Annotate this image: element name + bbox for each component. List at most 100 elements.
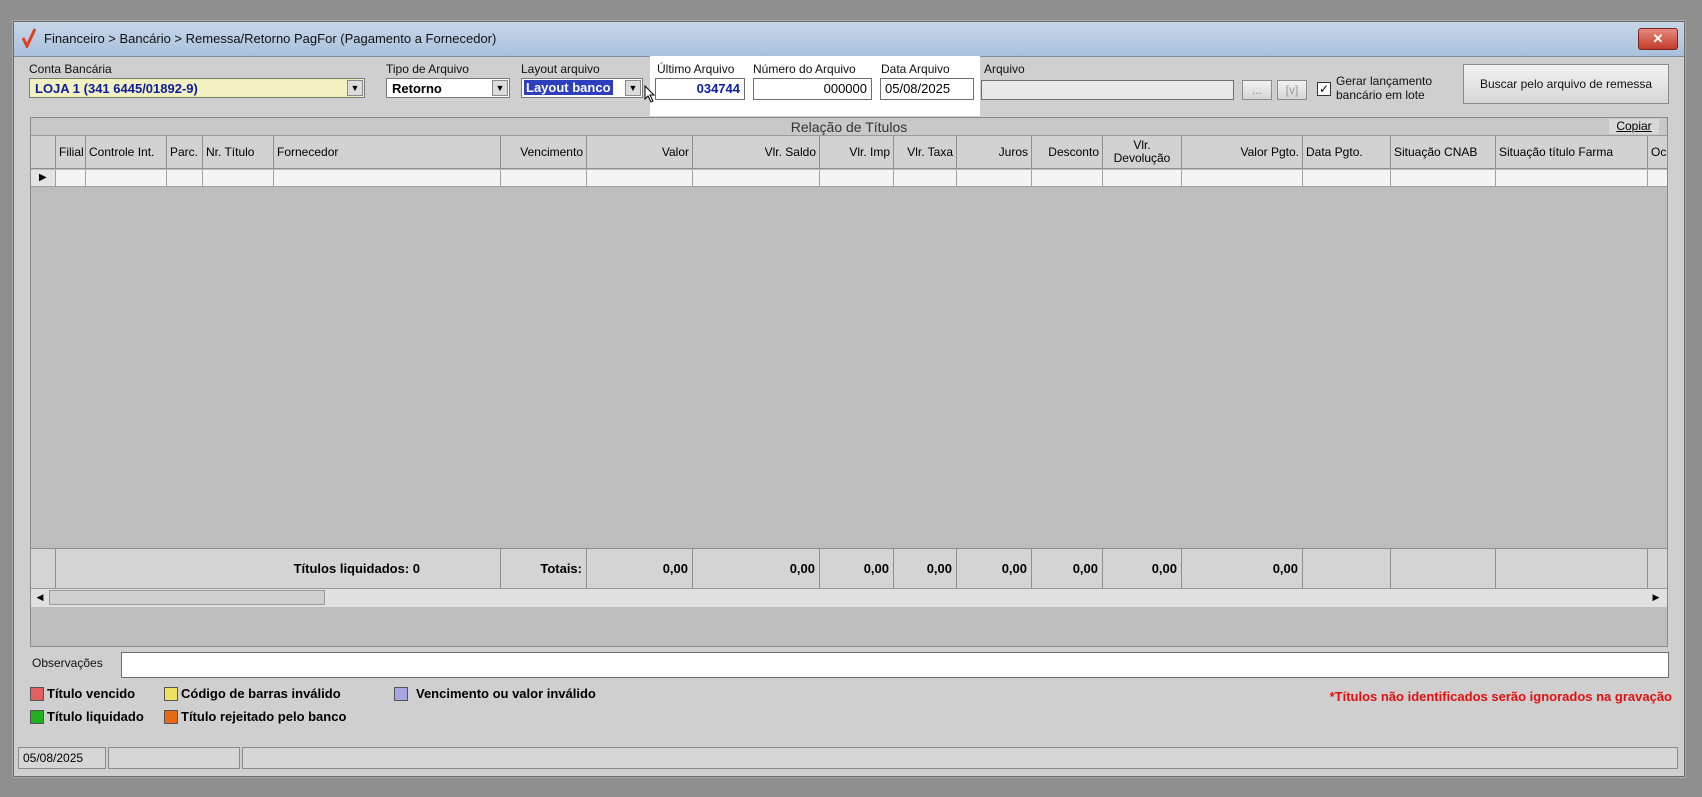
conta-bancaria-value: LOJA 1 (341 6445/01892-9) — [35, 81, 198, 96]
chevron-down-icon[interactable]: ▼ — [492, 80, 508, 96]
table-cell[interactable] — [1391, 170, 1496, 187]
col-vlr-taxa[interactable]: Vlr. Taxa — [894, 136, 957, 169]
conta-bancaria-select[interactable]: LOJA 1 (341 6445/01892-9) ▼ — [29, 78, 365, 98]
row-pointer-icon: ▶ — [39, 172, 47, 183]
status-date: 05/08/2025 — [18, 747, 106, 769]
gerar-lote-checkbox[interactable]: ✓ — [1317, 82, 1331, 96]
col-vlr-devolucao[interactable]: Vlr. Devolução — [1103, 136, 1182, 169]
title-bar: Financeiro > Bancário > Remessa/Retorno … — [14, 22, 1684, 57]
status-bar: 05/08/2025 — [18, 747, 1678, 770]
legend-vencimento-valor-label: Vencimento ou valor inválido — [416, 686, 596, 701]
app-check-icon — [22, 28, 36, 48]
col-controle-int[interactable]: Controle Int. — [86, 136, 167, 169]
titulos-grid: Relação de Títulos Copiar Filial Control… — [30, 117, 1668, 647]
col-vlr-saldo[interactable]: Vlr. Saldo — [693, 136, 820, 169]
col-filial[interactable]: Filial — [56, 136, 86, 169]
footer-cell — [1496, 548, 1648, 588]
arquivo-field[interactable] — [981, 80, 1234, 100]
total-vlr-saldo: 0,00 — [693, 548, 820, 588]
copy-button[interactable]: Copiar — [1609, 119, 1659, 134]
table-cell[interactable] — [501, 170, 587, 187]
view-file-button[interactable]: [v] — [1277, 80, 1307, 100]
scroll-left-icon[interactable]: ◀ — [32, 590, 48, 605]
gerar-lote-label-1: Gerar lançamento — [1336, 74, 1433, 88]
col-vlr-imp[interactable]: Vlr. Imp — [820, 136, 894, 169]
table-cell[interactable] — [894, 170, 957, 187]
table-cell[interactable] — [1103, 170, 1182, 187]
numero-arquivo-field[interactable]: 000000 — [753, 78, 872, 100]
table-cell[interactable] — [693, 170, 820, 187]
scrollbar-thumb[interactable] — [49, 590, 325, 605]
footer-cell — [1391, 548, 1496, 588]
total-vlr-taxa: 0,00 — [894, 548, 957, 588]
gerar-lote-label-2: bancário em lote — [1336, 88, 1425, 102]
ultimo-arquivo-label: Último Arquivo — [657, 62, 735, 76]
footer-indicator — [31, 548, 56, 588]
table-cell[interactable] — [957, 170, 1032, 187]
total-juros: 0,00 — [957, 548, 1032, 588]
legend-vencido: Título vencido — [30, 686, 135, 701]
purple-swatch — [394, 686, 408, 701]
table-cell[interactable] — [167, 170, 203, 187]
numero-arquivo-label: Número do Arquivo — [753, 62, 856, 76]
close-button[interactable]: ✕ — [1638, 28, 1678, 50]
row-indicator-header — [31, 136, 56, 169]
table-cell[interactable] — [203, 170, 274, 187]
table-cell[interactable] — [587, 170, 693, 187]
table-cell[interactable] — [86, 170, 167, 187]
data-arquivo-label: Data Arquivo — [881, 62, 950, 76]
mouse-cursor-icon — [644, 85, 656, 103]
ultimo-arquivo-field[interactable]: 034744 — [655, 78, 745, 100]
table-cell[interactable] — [1496, 170, 1648, 187]
tipo-arquivo-select[interactable]: Retorno ▼ — [386, 78, 510, 98]
table-cell[interactable] — [1303, 170, 1391, 187]
legend-liquidado: Título liquidado — [30, 709, 144, 724]
chevron-down-icon[interactable]: ▼ — [625, 80, 641, 96]
footer-cell — [1648, 548, 1667, 588]
total-vlr-imp: 0,00 — [820, 548, 894, 588]
col-data-pgto[interactable]: Data Pgto. — [1303, 136, 1391, 169]
layout-arquivo-select[interactable]: Layout banco ▼ — [521, 78, 643, 98]
col-valor-pgto[interactable]: Valor Pgto. — [1182, 136, 1303, 169]
col-nr-titulo[interactable]: Nr. Título — [203, 136, 274, 169]
observacoes-field[interactable] — [121, 652, 1669, 678]
browse-button[interactable]: ... — [1242, 80, 1272, 100]
col-vencimento[interactable]: Vencimento — [501, 136, 587, 169]
layout-arquivo-label: Layout arquivo — [521, 62, 600, 76]
chevron-down-icon[interactable]: ▼ — [347, 80, 363, 96]
table-cell[interactable] — [1182, 170, 1303, 187]
totais-label: Totais: — [501, 548, 587, 588]
green-swatch — [30, 709, 44, 724]
col-valor[interactable]: Valor — [587, 136, 693, 169]
col-oc[interactable]: Oc — [1648, 136, 1667, 169]
col-situacao-titulo-farma[interactable]: Situação título Farma — [1496, 136, 1648, 169]
footer-cell — [1303, 548, 1391, 588]
buscar-remessa-button[interactable]: Buscar pelo arquivo de remessa — [1463, 64, 1669, 104]
col-desconto[interactable]: Desconto — [1032, 136, 1103, 169]
window-title: Financeiro > Bancário > Remessa/Retorno … — [44, 31, 497, 46]
ignored-titles-warning: *Títulos não identificados serão ignorad… — [1329, 689, 1672, 704]
col-juros[interactable]: Juros — [957, 136, 1032, 169]
total-vlr-devolucao: 0,00 — [1103, 548, 1182, 588]
main-window: Financeiro > Bancário > Remessa/Retorno … — [13, 21, 1685, 777]
status-panel-3 — [242, 747, 1678, 769]
table-cell[interactable] — [820, 170, 894, 187]
total-valor: 0,00 — [587, 548, 693, 588]
table-cell[interactable] — [274, 170, 501, 187]
col-situacao-cnab[interactable]: Situação CNAB — [1391, 136, 1496, 169]
legend-liquidado-label: Título liquidado — [47, 709, 144, 724]
table-cell[interactable] — [56, 170, 86, 187]
legend-codigo-barras: Código de barras inválido — [164, 686, 341, 701]
table-cell[interactable] — [1032, 170, 1103, 187]
col-parc[interactable]: Parc. — [167, 136, 203, 169]
red-swatch — [30, 686, 44, 701]
horizontal-scrollbar[interactable]: ◀ ▶ — [31, 588, 1667, 607]
col-fornecedor[interactable]: Fornecedor — [274, 136, 501, 169]
row-indicator[interactable]: ▶ — [31, 170, 56, 187]
legend-rejeitado-label: Título rejeitado pelo banco — [181, 709, 347, 724]
table-cell[interactable] — [1648, 170, 1667, 187]
legend-rejeitado: Título rejeitado pelo banco — [164, 709, 346, 724]
scroll-right-icon[interactable]: ▶ — [1648, 590, 1664, 605]
data-arquivo-field[interactable]: 05/08/2025 — [880, 78, 974, 100]
total-desconto: 0,00 — [1032, 548, 1103, 588]
